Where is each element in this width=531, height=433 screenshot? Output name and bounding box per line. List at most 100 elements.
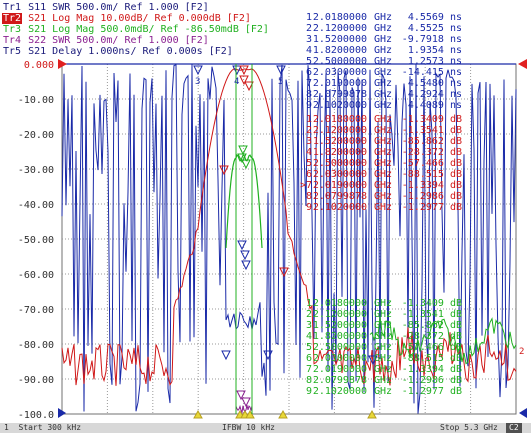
marker-value: -88.515 dB bbox=[402, 169, 462, 180]
trace-format: SWR bbox=[46, 35, 71, 46]
y-axis-label: -100.0 bbox=[18, 410, 54, 421]
marker-value: -85.862 dB bbox=[402, 136, 462, 147]
trace-ref: Ref 0.000s bbox=[136, 46, 203, 57]
marker-index: 8 bbox=[306, 89, 312, 100]
trace-row-tr5[interactable]: Tr5 S21 Delay 1.000ns/ Ref 0.000s [F2] bbox=[2, 46, 233, 57]
marker-unit: GHz bbox=[374, 125, 392, 136]
marker-unit: GHz bbox=[374, 114, 392, 125]
marker-frequency: 2.0799878 bbox=[313, 191, 367, 202]
marker-row[interactable]: 8 2.0799878 GHz -1.2986 dB bbox=[306, 191, 462, 202]
marker-index: 2 bbox=[306, 309, 312, 320]
marker-frequency: 2.0300000 bbox=[313, 67, 367, 78]
marker-row[interactable]: 5 2.5000000 GHz -57.466 dB bbox=[306, 158, 462, 169]
trace-row-tr4[interactable]: Tr4 S22 SWR 500.0m/ Ref 1.000 [F2] bbox=[2, 35, 209, 46]
marker-row[interactable]: 8 2.0799878 GHz 4.2924 ns bbox=[306, 89, 462, 100]
marker-row[interactable]: 2 2.1200000 GHz -1.3541 dB bbox=[306, 309, 462, 320]
trace-scale: 500.0m/ bbox=[70, 35, 119, 46]
y-axis-label: -10.00 bbox=[18, 95, 54, 106]
marker-unit: GHz bbox=[374, 147, 392, 158]
marker-row[interactable]: 7 2.0190000 GHz 4.5480 ns bbox=[306, 78, 462, 89]
marker-index: 9 bbox=[306, 202, 312, 213]
analyzer-plot[interactable]: 0.000 -10.00 -20.00 -30.00 -40.00 -50.00 -60.0… bbox=[0, 0, 531, 433]
marker-value: -28.372 dB bbox=[402, 147, 462, 158]
marker-index: 8 bbox=[306, 191, 312, 202]
marker-frequency: 2.1020000 bbox=[313, 100, 367, 111]
marker-frequency: 2.1200000 bbox=[313, 309, 367, 320]
trace-row-tr1[interactable]: Tr1 S11 SWR 500.0m/ Ref 1.000 [F2] bbox=[2, 2, 209, 13]
marker-frequency: 2.1020000 bbox=[313, 386, 367, 397]
marker-row[interactable]: 4 1.8200000 GHz -28.372 dB bbox=[306, 147, 462, 158]
marker-frequency: 1.8200000 bbox=[313, 147, 367, 158]
marker-index: 4 bbox=[306, 331, 312, 342]
y-axis-label: -70.00 bbox=[18, 305, 54, 316]
marker-index: 6 bbox=[306, 169, 312, 180]
marker-value: 4.5480 ns bbox=[408, 78, 462, 89]
marker-frequency: 2.1200000 bbox=[313, 125, 367, 136]
y-axis-label: 0.000 bbox=[24, 60, 54, 71]
trace-id[interactable]: Tr2 bbox=[2, 13, 23, 24]
marker-row[interactable]: 2 2.1200000 GHz -1.3541 dB bbox=[306, 125, 462, 136]
trace-id[interactable]: Tr5 bbox=[2, 46, 22, 57]
channel-badge[interactable]: C2 bbox=[506, 423, 522, 433]
marker-number: 3 bbox=[195, 77, 200, 87]
marker-number: 5 bbox=[278, 77, 283, 87]
marker-row[interactable]: >7 2.0190000 GHz -1.3394 dB bbox=[300, 180, 462, 191]
marker-index: 7 bbox=[306, 364, 312, 375]
marker-row[interactable]: 9 2.1020000 GHz -1.2977 dB bbox=[306, 202, 462, 213]
trace-id[interactable]: Tr3 bbox=[2, 24, 22, 35]
marker-unit: GHz bbox=[374, 136, 392, 147]
scale-bottom-right-icon[interactable] bbox=[519, 408, 527, 418]
marker-row[interactable]: 1 2.0180000 GHz -1.3409 dB bbox=[306, 114, 462, 125]
marker-row[interactable]: 1 2.0180000 GHz -1.3409 dB bbox=[306, 298, 462, 309]
trace-format: Delay bbox=[46, 46, 83, 57]
trace-scale: 500.0mdB/ bbox=[94, 24, 155, 35]
marker-row[interactable]: 6 2.0300000 GHz -88.515 dB bbox=[306, 353, 462, 364]
trace-id[interactable]: Tr1 bbox=[2, 2, 22, 13]
marker-unit: GHz bbox=[374, 386, 392, 397]
marker-value: -1.3394 dB bbox=[402, 180, 462, 191]
marker-index: 6 bbox=[306, 67, 312, 78]
marker-value: -1.3409 dB bbox=[402, 114, 462, 125]
trace-row-tr3[interactable]: Tr3 S21 Log Mag 500.0mdB/ Ref -86.50mdB … bbox=[2, 24, 269, 35]
marker-row[interactable]: 8 2.0799878 GHz -1.2986 dB bbox=[306, 375, 462, 386]
trace-row-tr2[interactable]: Tr2 S21 Log Mag 10.00dB/ Ref 0.000dB [F2… bbox=[2, 13, 251, 24]
marker-row[interactable]: 9 2.1020000 GHz -1.2977 dB bbox=[306, 386, 462, 397]
trace-param: S21 bbox=[22, 24, 47, 35]
marker-row[interactable]: 3 1.5200000 GHz -85.862 dB bbox=[306, 136, 462, 147]
marker-row[interactable]: 7 2.0190000 GHz -1.3394 dB bbox=[306, 364, 462, 375]
marker-number: 4 bbox=[234, 77, 239, 87]
y-axis-label: -50.00 bbox=[18, 235, 54, 246]
trace-tag: [F2] bbox=[178, 35, 209, 46]
marker-frequency: 2.0190000 bbox=[313, 364, 367, 375]
marker-value: -1.2986 dB bbox=[402, 191, 462, 202]
marker-index: 9 bbox=[306, 100, 312, 111]
start-frequency: 1 Start 300 kHz bbox=[4, 423, 82, 432]
marker-frequency: 2.0180000 bbox=[313, 298, 367, 309]
y-axis-labels: 0.000 -10.00 -20.00 -30.00 -40.00 -50.00 -60.0… bbox=[18, 60, 54, 421]
marker-row[interactable]: 6 2.0300000 GHz -14.415 ns bbox=[306, 67, 462, 78]
marker-index: 3 bbox=[306, 320, 312, 331]
marker-row[interactable]: 5 2.5000000 GHz -57.466 dB bbox=[306, 342, 462, 353]
marker-index: >7 bbox=[300, 180, 312, 191]
trace-tag: [F2] bbox=[178, 2, 209, 13]
marker-value: -85.862 dB bbox=[402, 320, 462, 331]
marker-row[interactable]: 6 2.0300000 GHz -88.515 dB bbox=[306, 169, 462, 180]
trace-id[interactable]: Tr4 bbox=[2, 35, 22, 46]
marker-value: 4.2924 ns bbox=[408, 89, 462, 100]
marker-value: -1.2986 dB bbox=[402, 375, 462, 386]
marker-row[interactable]: 9 2.1020000 GHz 4.4089 ns bbox=[306, 100, 462, 111]
trace-tag: [F2] bbox=[238, 24, 269, 35]
marker-unit: GHz bbox=[374, 342, 392, 353]
marker-value: -57.466 dB bbox=[402, 342, 462, 353]
marker-row[interactable]: 3 1.5200000 GHz -85.862 dB bbox=[306, 320, 462, 331]
y-axis-label: -80.00 bbox=[18, 340, 54, 351]
trace-format: SWR bbox=[46, 2, 71, 13]
marker-row[interactable]: 4 1.8200000 GHz -28.372 dB bbox=[306, 331, 462, 342]
y-axis-label: -90.00 bbox=[18, 375, 54, 386]
marker-frequency: 2.0180000 bbox=[313, 114, 367, 125]
marker-value: 4.4089 ns bbox=[408, 100, 462, 111]
marker-index: 1 bbox=[306, 114, 312, 125]
ref-right-triangle-icon[interactable] bbox=[518, 59, 527, 69]
marker-unit: GHz bbox=[374, 67, 392, 78]
marker-value: -1.2977 dB bbox=[402, 386, 462, 397]
